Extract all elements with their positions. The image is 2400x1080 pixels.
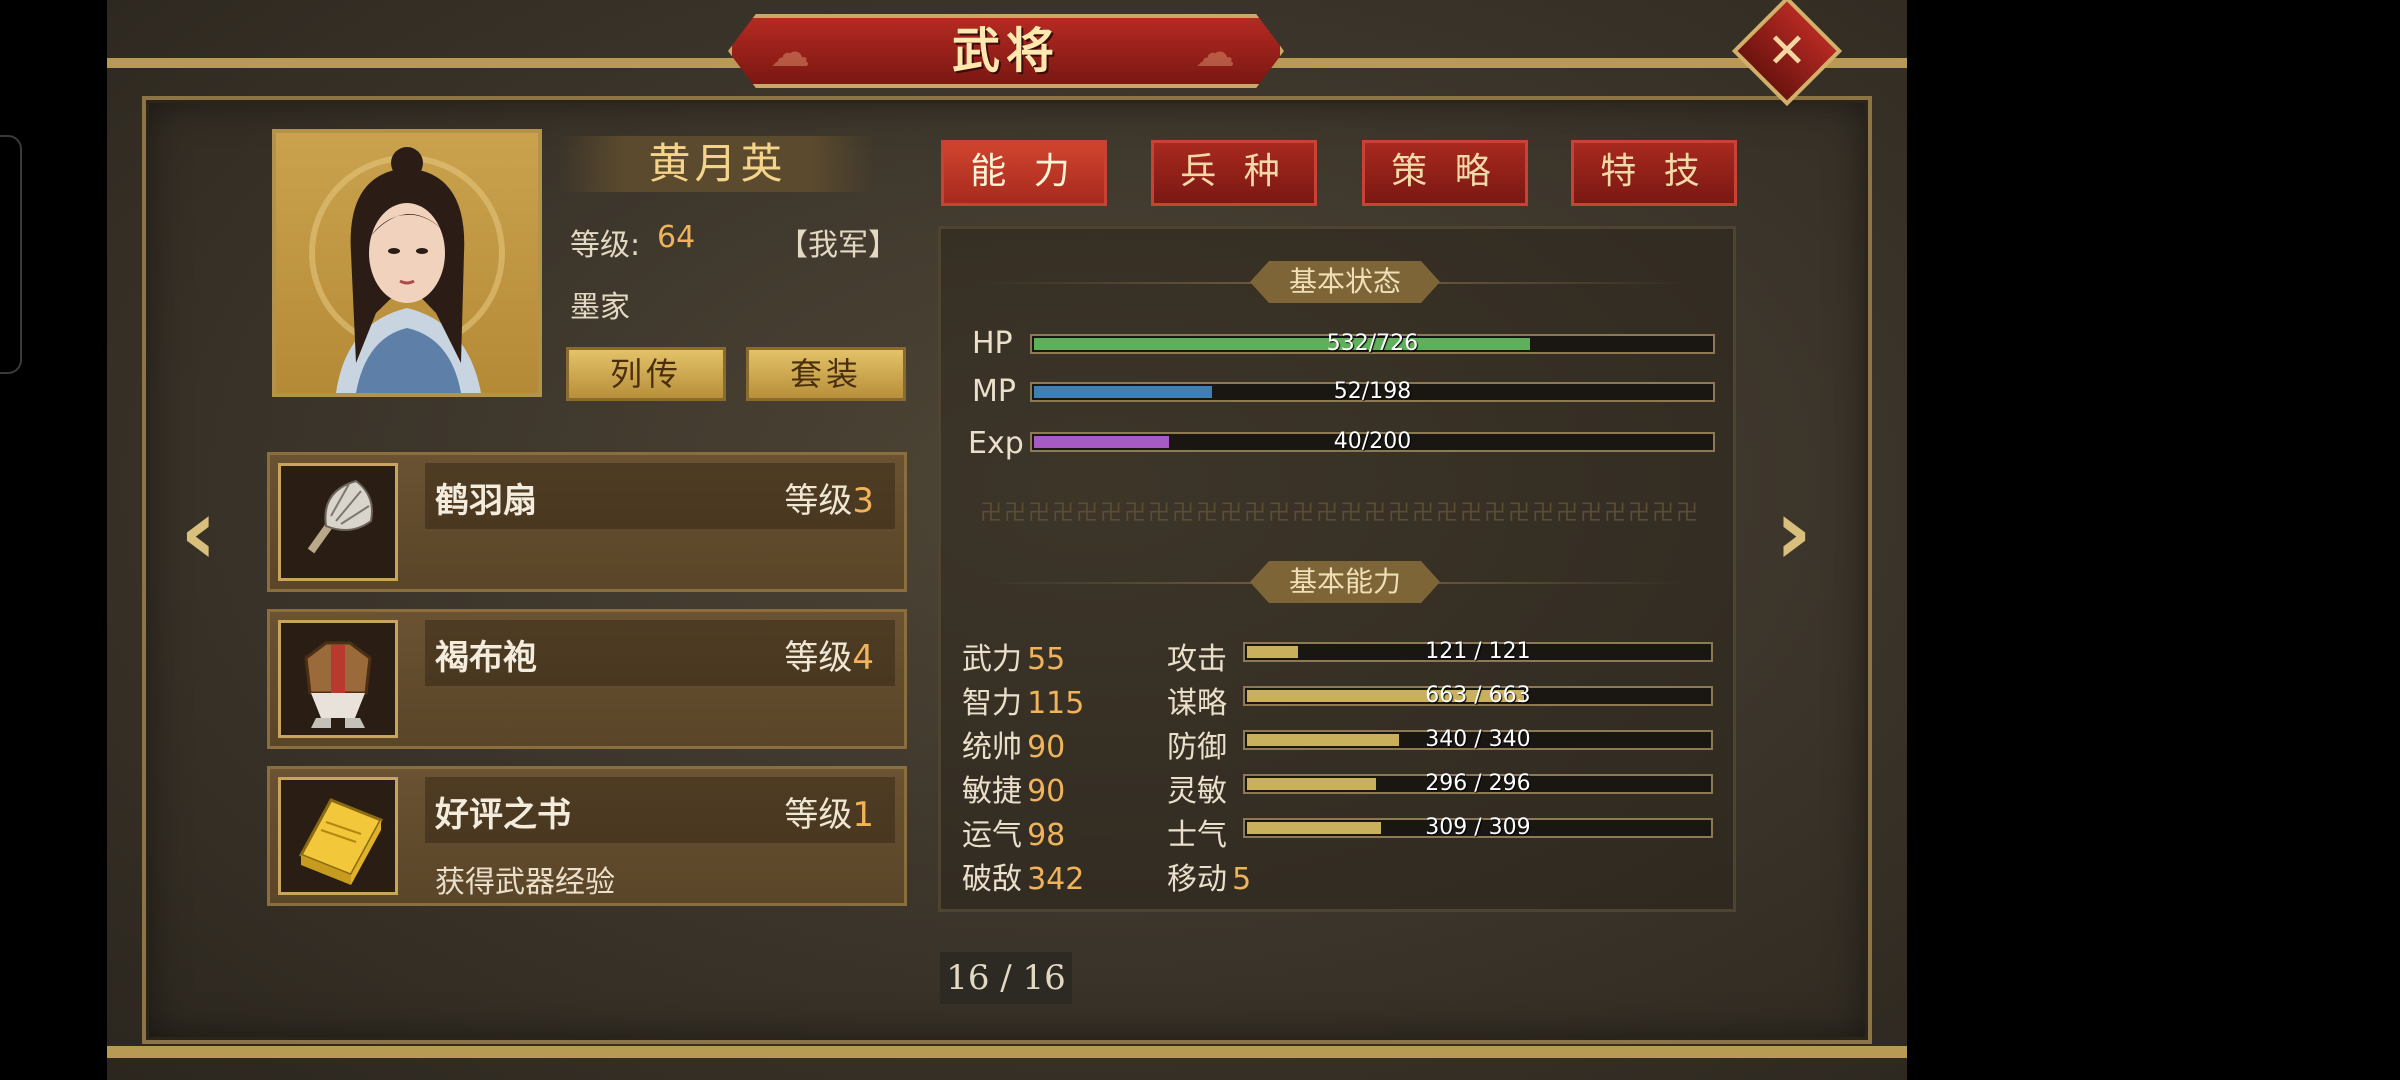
stat-name: 防御 [1167,730,1227,765]
equipment-name: 鹤羽扇 [435,481,537,521]
close-icon[interactable]: ✕ [1748,12,1826,90]
decorative-pattern: 卍卍卍卍卍卍卍卍卍卍卍卍卍卍卍卍卍卍卍卍卍卍卍卍卍卍卍卍卍卍 [980,501,1701,526]
stat-value: 98 [1027,818,1066,853]
tab-troop-type[interactable]: 兵 种 [1151,140,1317,206]
equipment-slot-accessory[interactable]: 好评之书 等级1 获得武器经验 [267,766,907,906]
biography-button[interactable]: 列传 [566,347,726,401]
defense-value: 340 / 340 [1425,727,1531,752]
equipment-description: 获得武器经验 [435,865,615,900]
stat-name: 士气 [1167,818,1227,853]
previous-general-arrow-icon[interactable]: ‹ [180,480,217,585]
strategy-bar: 663 / 663 [1243,683,1713,708]
page-title: 武将 [951,23,1060,79]
mp-bar: 52/198 [1030,379,1715,404]
morale-bar: 309 / 309 [1243,815,1713,840]
equipment-level: 等级4 [784,638,874,678]
agility-bar: 296 / 296 [1243,771,1713,796]
stat-value: 90 [1027,774,1066,809]
exp-value: 40/200 [1333,429,1412,454]
exp-bar: 40/200 [1030,429,1715,454]
stat-name: 谋略 [1167,686,1227,721]
feather-fan-icon [278,463,398,581]
mp-label: MP [972,374,1016,409]
agility-value: 296 / 296 [1425,771,1531,796]
page-indicator: 16 / 16 [940,952,1072,1004]
attack-bar: 121 / 121 [1243,639,1713,664]
hp-label: HP [972,326,1013,361]
equipment-set-button[interactable]: 套装 [746,347,906,401]
robe-icon [278,620,398,738]
stat-name: 灵敏 [1167,774,1227,809]
edge-handle [0,135,22,374]
stat-name: 移动 [1167,862,1227,897]
stat-value: 115 [1027,686,1085,721]
stat-name: 敏捷 [962,774,1022,809]
stat-name: 智力 [962,686,1022,721]
faction-label: 【我军】 [778,228,898,263]
stat-name: 运气 [962,818,1022,853]
stat-name: 攻击 [1167,642,1227,677]
general-name: 黄月英 [648,139,787,188]
morale-value: 309 / 309 [1425,815,1531,840]
hp-bar: 532/726 [1030,331,1715,356]
next-general-arrow-icon[interactable]: › [1775,480,1812,585]
section-title-ability: 基本能力 [1250,561,1440,603]
equipment-name: 褐布袍 [435,638,537,678]
equipment-level: 等级3 [784,481,874,521]
tab-special-skill[interactable]: 特 技 [1571,140,1737,206]
ability-list-left: 武力 55 智力 115 统帅 90 敏捷 90 运气 98 破敌 342 [962,634,1084,898]
equipment-slot-armor[interactable]: 褐布袍 等级4 [267,609,907,749]
tab-ability[interactable]: 能 力 [941,140,1107,206]
tab-strategy[interactable]: 策 略 [1362,140,1528,206]
portrait-image [309,147,505,393]
hp-value: 532/726 [1326,331,1419,356]
stat-value: 55 [1027,642,1066,677]
move-stat: 移动 5 [1167,854,1251,898]
section-title-status: 基本状态 [1250,261,1440,303]
equipment-slot-weapon[interactable]: 鹤羽扇 等级3 [267,452,907,592]
stat-name: 破敌 [962,862,1022,897]
stat-name: 武力 [962,642,1022,677]
strategy-value: 663 / 663 [1425,683,1531,708]
defense-bar: 340 / 340 [1243,727,1713,752]
mp-value: 52/198 [1333,379,1412,404]
equipment-level: 等级1 [784,795,874,835]
equipment-name: 好评之书 [435,795,571,835]
general-portrait [272,129,542,397]
stat-value: 5 [1232,862,1252,897]
stat-value: 342 [1027,862,1085,897]
book-icon [278,777,398,895]
level-label: 等级: [570,228,641,263]
stat-name: 统帅 [962,730,1022,765]
level-value: 64 [657,220,696,255]
exp-label: Exp [968,426,1024,461]
stat-value: 90 [1027,730,1066,765]
attack-value: 121 / 121 [1425,639,1531,664]
class-label: 墨家 [570,290,630,325]
